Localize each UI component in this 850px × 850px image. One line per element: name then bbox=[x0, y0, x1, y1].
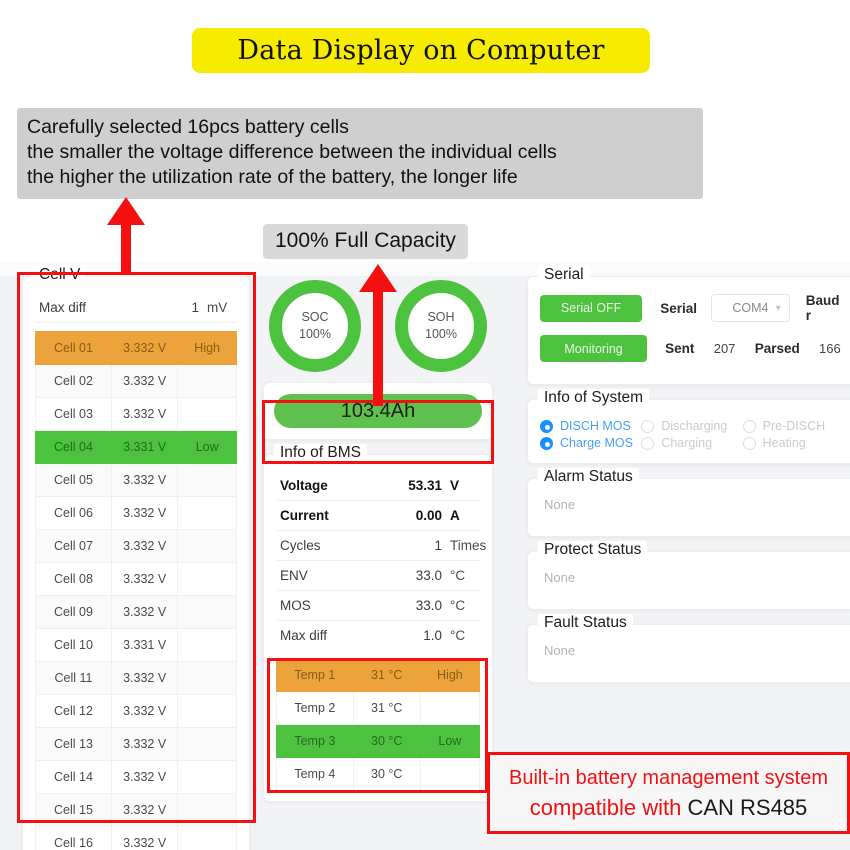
system-status-label: Pre-DISCH bbox=[762, 419, 826, 433]
bms-row-value: 53.31 bbox=[408, 478, 442, 493]
radio-icon[interactable] bbox=[742, 419, 756, 433]
bms-row-unit: Times bbox=[450, 538, 487, 553]
bms-compat-note: Built-in battery management system compa… bbox=[487, 752, 850, 834]
gray-note-line-2: the smaller the voltage difference betwe… bbox=[27, 141, 557, 163]
bms-row-unit: A bbox=[450, 508, 460, 523]
baud-rate-label: Baud r bbox=[805, 293, 840, 323]
bms-row-value: 0.00 bbox=[415, 508, 442, 523]
system-status-label: Charging bbox=[661, 436, 713, 450]
bms-info-row: Voltage 53.31 V bbox=[276, 471, 480, 501]
soh-value: 100% bbox=[425, 327, 457, 341]
system-status-label: DISCH MOS bbox=[560, 419, 631, 433]
highlight-box-capacity bbox=[262, 400, 494, 464]
serial-card: Serial Serial OFF Serial COM4 ▾ Baud r M… bbox=[527, 266, 850, 385]
bms-row-label: Max diff bbox=[280, 628, 328, 643]
arrow-up-to-capacity-note bbox=[359, 264, 397, 406]
status-card: Protect Status None bbox=[527, 541, 850, 610]
bms-row-unit: °C bbox=[450, 568, 466, 583]
serial-port-value: COM4 bbox=[732, 301, 769, 315]
bms-row-value: 1 bbox=[434, 538, 442, 553]
system-status-item[interactable]: Pre-DISCH bbox=[742, 419, 844, 433]
bms-row-label: Cycles bbox=[280, 538, 321, 553]
system-status-item[interactable]: Heating bbox=[742, 436, 844, 450]
bms-row-unit: V bbox=[450, 478, 460, 493]
sent-value: 207 bbox=[713, 341, 736, 356]
bms-note-line-2: compatible with CAN RS485 bbox=[530, 793, 808, 822]
serial-legend: Serial bbox=[538, 266, 590, 284]
bms-note-red-part: compatible with bbox=[529, 795, 688, 820]
soh-gauge: SOH 100% bbox=[395, 280, 487, 372]
bms-info-row: Max diff 1.0 °C bbox=[276, 621, 480, 650]
system-status-row: Charge MOS Charging Heating bbox=[540, 436, 844, 450]
radio-icon[interactable] bbox=[742, 436, 756, 450]
gray-note-line-3: the higher the utilization rate of the b… bbox=[27, 166, 518, 188]
system-status-row: DISCH MOS Discharging Pre-DISCH bbox=[540, 419, 844, 433]
serial-port-label: Serial bbox=[660, 300, 697, 316]
soc-gauge: SOC 100% bbox=[269, 280, 361, 372]
bms-note-line-1: Built-in battery management system bbox=[508, 767, 829, 789]
cell-name: Cell 16 bbox=[35, 826, 112, 850]
arrow-up-to-note bbox=[107, 197, 145, 275]
bms-row-label: Voltage bbox=[280, 478, 328, 493]
status-card: Alarm Status None bbox=[527, 468, 850, 537]
soc-value: 100% bbox=[299, 327, 331, 341]
system-status-label: Heating bbox=[762, 436, 806, 450]
status-card-legend: Protect Status bbox=[538, 541, 648, 559]
monitoring-button[interactable]: Monitoring bbox=[540, 335, 648, 362]
status-card-legend: Alarm Status bbox=[538, 468, 639, 486]
bms-row-label: ENV bbox=[280, 568, 308, 583]
bms-row-value: 33.0 bbox=[415, 598, 442, 613]
status-card-value: None bbox=[544, 643, 576, 658]
bms-row-unit: °C bbox=[450, 598, 466, 613]
serial-port-select[interactable]: COM4 ▾ bbox=[710, 294, 790, 322]
radio-icon[interactable] bbox=[641, 419, 655, 433]
status-card-legend: Fault Status bbox=[538, 614, 633, 632]
status-card: Fault Status None bbox=[527, 614, 850, 683]
sent-label: Sent bbox=[665, 341, 695, 356]
system-status-label: Charge MOS bbox=[560, 436, 633, 450]
highlight-box-temps bbox=[267, 658, 488, 793]
serial-row-2: Monitoring Sent 207 Parsed 166 bbox=[540, 335, 844, 362]
cell-flag bbox=[177, 826, 237, 850]
status-card-value: None bbox=[544, 497, 576, 512]
highlight-box-cells bbox=[17, 272, 256, 823]
bms-row-unit: °C bbox=[450, 628, 466, 643]
status-card-value: None bbox=[544, 570, 576, 585]
system-info-card: Info of System DISCH MOS Discharging Pre-D… bbox=[527, 389, 850, 464]
cell-voltage: 3.332 V bbox=[110, 826, 179, 850]
chevron-down-icon: ▾ bbox=[775, 302, 781, 314]
system-status-item[interactable]: Charge MOS bbox=[540, 436, 641, 450]
serial-off-button[interactable]: Serial OFF bbox=[540, 294, 643, 322]
bms-note-black-part: CAN RS485 bbox=[687, 795, 808, 820]
capacity-note: 100% Full Capacity bbox=[263, 224, 468, 259]
bms-info-row: Cycles 1 Times bbox=[276, 531, 487, 561]
soh-label: SOH bbox=[427, 310, 455, 324]
bms-row-label: Current bbox=[280, 508, 329, 523]
bms-info-row: ENV 33.0 °C bbox=[276, 561, 480, 591]
soc-label: SOC bbox=[301, 310, 329, 324]
system-status-label: Discharging bbox=[661, 419, 728, 433]
gray-note: Carefully selected 16pcs battery cells t… bbox=[17, 108, 703, 199]
radio-icon[interactable] bbox=[540, 419, 553, 433]
radio-icon[interactable] bbox=[641, 436, 655, 450]
bms-row-label: MOS bbox=[280, 598, 311, 613]
table-row[interactable]: Cell 16 3.332 V bbox=[35, 826, 237, 850]
bms-info-row: Current 0.00 A bbox=[276, 501, 480, 531]
gray-note-line-1: Carefully selected 16pcs battery cells bbox=[27, 116, 349, 138]
title-banner: Data Display on Computer bbox=[192, 28, 650, 73]
right-column: Serial Serial OFF Serial COM4 ▾ Baud r M… bbox=[527, 266, 850, 697]
bms-row-value: 33.0 bbox=[415, 568, 442, 583]
bms-info-row: MOS 33.0 °C bbox=[276, 591, 480, 621]
parsed-value: 166 bbox=[819, 341, 841, 356]
radio-icon[interactable] bbox=[540, 436, 553, 450]
system-status-item[interactable]: DISCH MOS bbox=[540, 419, 641, 433]
bms-row-value: 1.0 bbox=[423, 628, 442, 643]
system-status-item[interactable]: Charging bbox=[641, 436, 742, 450]
system-status-item[interactable]: Discharging bbox=[641, 419, 742, 433]
serial-row-1: Serial OFF Serial COM4 ▾ Baud r bbox=[540, 293, 844, 323]
parsed-label: Parsed bbox=[754, 341, 800, 356]
system-info-legend: Info of System bbox=[538, 389, 650, 407]
